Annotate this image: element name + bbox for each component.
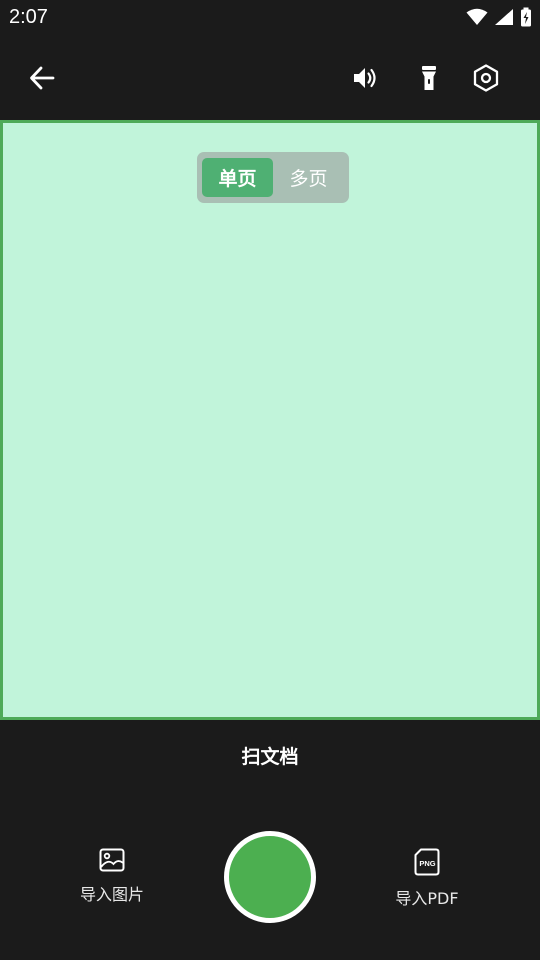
status-time: 2:07 <box>9 6 48 28</box>
status-bar: 2:07 <box>0 0 540 38</box>
arrow-left-icon <box>30 66 55 90</box>
scan-mode-title[interactable]: 扫文档 <box>0 742 540 769</box>
png-file-icon: PNG <box>414 848 440 876</box>
page-mode-segmented-control: 单页 多页 <box>197 152 349 203</box>
sound-button[interactable] <box>342 54 390 102</box>
import-image-button[interactable]: 导入图片 <box>52 848 172 905</box>
settings-button[interactable] <box>462 54 510 102</box>
shutter-button[interactable] <box>224 831 316 923</box>
battery-charging-icon <box>521 7 531 27</box>
multi-page-option[interactable]: 多页 <box>273 158 344 197</box>
flashlight-button[interactable] <box>405 54 453 102</box>
camera-viewfinder[interactable]: 单页 多页 <box>0 120 540 720</box>
back-button[interactable] <box>18 54 66 102</box>
import-pdf-label: 导入PDF <box>395 889 459 908</box>
wifi-icon <box>466 8 488 25</box>
signal-icon <box>495 9 513 25</box>
toolbar <box>0 38 540 118</box>
hexagon-settings-icon <box>473 64 499 92</box>
svg-text:PNG: PNG <box>419 859 435 868</box>
volume-icon <box>354 68 376 88</box>
import-image-label: 导入图片 <box>79 885 144 904</box>
status-icons <box>466 6 532 28</box>
image-icon <box>99 848 125 872</box>
import-pdf-button[interactable]: PNG 导入PDF <box>367 848 487 909</box>
flashlight-icon <box>422 66 436 90</box>
single-page-option[interactable]: 单页 <box>202 158 273 197</box>
